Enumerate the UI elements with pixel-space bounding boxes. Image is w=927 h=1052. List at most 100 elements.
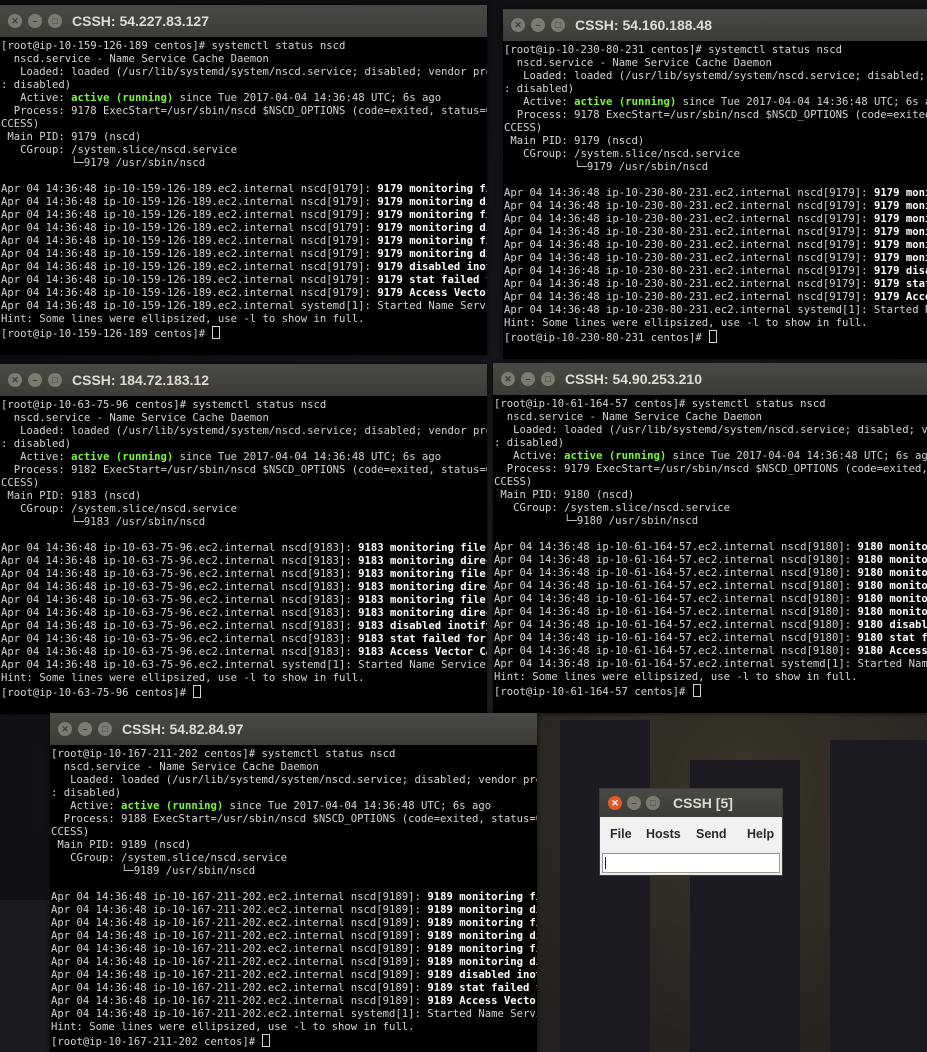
terminal-line: └─9189 /usr/sbin/nscd bbox=[51, 865, 537, 878]
terminal-window-1[interactable]: ✕ – □ CSSH: 54.227.83.127 [root@ip-10-15… bbox=[0, 5, 487, 355]
broadcast-input[interactable] bbox=[602, 853, 780, 873]
maximize-icon[interactable]: □ bbox=[48, 14, 62, 28]
terminal-line: Active: active (running) since Tue 2017-… bbox=[504, 96, 927, 109]
maximize-icon[interactable]: □ bbox=[541, 372, 555, 386]
terminal-line: Apr 04 14:36:48 ip-10-61-164-57.ec2.inte… bbox=[494, 567, 927, 580]
terminal-text: Apr 04 14:36:48 ip-10-63-75-96.ec2.inter… bbox=[1, 581, 359, 593]
terminal-line: Apr 04 14:36:48 ip-10-167-211-202.ec2.in… bbox=[51, 930, 537, 943]
minimize-icon[interactable]: – bbox=[531, 18, 545, 32]
terminal-line: [root@ip-10-61-164-57 centos]# systemctl… bbox=[494, 398, 927, 411]
terminal-cursor bbox=[262, 1034, 271, 1047]
terminal-text: └─9180 /usr/sbin/nscd bbox=[494, 515, 699, 527]
maximize-icon[interactable]: □ bbox=[551, 18, 565, 32]
terminal-output[interactable]: [root@ip-10-167-211-202 centos]# systemc… bbox=[50, 745, 537, 1052]
terminal-window-4[interactable]: ✕ – □ CSSH: 54.90.253.210 [root@ip-10-61… bbox=[493, 363, 927, 713]
terminal-text: Apr 04 14:36:48 ip-10-167-211-202.ec2.in… bbox=[51, 917, 428, 929]
terminal-line: Apr 04 14:36:48 ip-10-167-211-202.ec2.in… bbox=[51, 982, 537, 995]
terminal-text: [root@ip-10-63-75-96 centos]# bbox=[1, 687, 193, 699]
terminal-text: └─9179 /usr/sbin/nscd bbox=[504, 161, 709, 173]
menu-help[interactable]: Help bbox=[747, 827, 774, 841]
terminal-text: Hint: Some lines were ellipsized, use -l… bbox=[504, 317, 868, 329]
window-titlebar[interactable]: ✕ – □ CSSH: 54.227.83.127 bbox=[0, 5, 487, 37]
terminal-cursor bbox=[212, 326, 221, 339]
terminal-line: Hint: Some lines were ellipsized, use -l… bbox=[1, 672, 487, 685]
terminal-text: : disabled) bbox=[494, 437, 565, 449]
terminal-text: Hint: Some lines were ellipsized, use -l… bbox=[1, 313, 365, 325]
building-silhouette bbox=[0, 900, 50, 1052]
terminal-line: Apr 04 14:36:48 ip-10-63-75-96.ec2.inter… bbox=[1, 594, 487, 607]
terminal-text: Apr 04 14:36:48 ip-10-167-211-202.ec2.in… bbox=[51, 1008, 537, 1020]
terminal-text: Apr 04 14:36:48 ip-10-159-126-189.ec2.in… bbox=[1, 222, 378, 234]
terminal-text: Apr 04 14:36:48 ip-10-63-75-96.ec2.inter… bbox=[1, 542, 359, 554]
close-icon[interactable]: ✕ bbox=[608, 796, 622, 810]
window-titlebar[interactable]: ✕ – □ CSSH: 54.82.84.97 bbox=[50, 713, 537, 745]
close-icon[interactable]: ✕ bbox=[8, 373, 22, 387]
terminal-output[interactable]: [root@ip-10-159-126-189 centos]# systemc… bbox=[0, 37, 487, 355]
terminal-line: Loaded: loaded (/usr/lib/systemd/system/… bbox=[1, 66, 487, 79]
terminal-window-3[interactable]: ✕ – □ CSSH: 184.72.183.12 [root@ip-10-63… bbox=[0, 364, 487, 714]
terminal-text: Process: 9188 ExecStart=/usr/sbin/nscd $… bbox=[51, 813, 537, 825]
log-message: 9179 monitoring bbox=[873, 200, 927, 212]
cssh-control-window[interactable]: ✕ – □ CSSH [5] File Hosts Send Help bbox=[599, 788, 783, 876]
terminal-window-2[interactable]: ✕ – □ CSSH: 54.160.188.48 [root@ip-10-23… bbox=[503, 9, 927, 359]
terminal-text: Apr 04 14:36:48 ip-10-61-164-57.ec2.inte… bbox=[494, 593, 858, 605]
menu-send[interactable]: Send bbox=[696, 827, 727, 841]
window-titlebar[interactable]: ✕ – □ CSSH: 54.160.188.48 bbox=[503, 9, 927, 41]
terminal-text: Apr 04 14:36:48 ip-10-61-164-57.ec2.inte… bbox=[494, 619, 858, 631]
window-titlebar[interactable]: ✕ – □ CSSH [5] bbox=[600, 789, 782, 817]
terminal-line: Apr 04 14:36:48 ip-10-167-211-202.ec2.in… bbox=[51, 995, 537, 1008]
terminal-text: Process: 9179 ExecStart=/usr/sbin/nscd $… bbox=[506, 463, 927, 475]
log-message: 9183 monitoring direc... bbox=[358, 555, 487, 567]
minimize-icon[interactable]: – bbox=[78, 722, 92, 736]
terminal-line: Loaded: loaded (/usr/lib/systemd/system/… bbox=[504, 70, 927, 83]
maximize-icon[interactable]: □ bbox=[646, 796, 660, 810]
minimize-icon[interactable]: – bbox=[28, 14, 42, 28]
close-icon[interactable]: ✕ bbox=[58, 722, 72, 736]
close-icon[interactable]: ✕ bbox=[501, 372, 515, 386]
terminal-text: Main PID: 9179 (nscd) bbox=[1, 131, 142, 143]
terminal-line: Apr 04 14:36:48 ip-10-167-211-202.ec2.in… bbox=[51, 904, 537, 917]
maximize-icon[interactable]: □ bbox=[98, 722, 112, 736]
terminal-text: Apr 04 14:36:48 ip-10-63-75-96.ec2.inter… bbox=[1, 620, 359, 632]
terminal-text: CGroup: /system.slice/nscd.service bbox=[494, 502, 730, 514]
terminal-window-5[interactable]: ✕ – □ CSSH: 54.82.84.97 [root@ip-10-167-… bbox=[50, 713, 537, 1052]
terminal-output[interactable]: [root@ip-10-63-75-96 centos]# systemctl … bbox=[0, 396, 487, 714]
log-message: 9179 monitoring bbox=[873, 239, 927, 251]
terminal-text: nscd.service - Name Service Cache Daemon bbox=[1, 412, 269, 424]
terminal-line: Main PID: 9180 (nscd) bbox=[494, 489, 927, 502]
terminal-line: Apr 04 14:36:48 ip-10-159-126-189.ec2.in… bbox=[1, 274, 487, 287]
close-icon[interactable]: ✕ bbox=[8, 14, 22, 28]
status-active-text: active (running) bbox=[71, 451, 174, 463]
terminal-text: Active: bbox=[51, 800, 122, 812]
terminal-text: Main PID: 9179 (nscd) bbox=[504, 135, 645, 147]
terminal-line: Apr 04 14:36:48 ip-10-167-211-202.ec2.in… bbox=[51, 956, 537, 969]
terminal-line: Apr 04 14:36:48 ip-10-63-75-96.ec2.inter… bbox=[1, 659, 487, 672]
minimize-icon[interactable]: – bbox=[521, 372, 535, 386]
close-icon[interactable]: ✕ bbox=[511, 18, 525, 32]
terminal-line: CCESS) bbox=[494, 476, 927, 489]
terminal-text: nscd.service - Name Service Cache Daemon bbox=[51, 761, 319, 773]
minimize-icon[interactable]: – bbox=[627, 796, 641, 810]
log-message: 9189 Access Vector... bbox=[427, 995, 537, 1007]
log-message: 9189 monitoring di... bbox=[427, 930, 537, 942]
menu-hosts[interactable]: Hosts bbox=[646, 827, 681, 841]
terminal-line: Main PID: 9189 (nscd) bbox=[51, 839, 537, 852]
window-titlebar[interactable]: ✕ – □ CSSH: 184.72.183.12 bbox=[0, 364, 487, 396]
terminal-text: Apr 04 14:36:48 ip-10-61-164-57.ec2.inte… bbox=[494, 645, 858, 657]
log-message: 9183 Access Vector Ca... bbox=[358, 646, 487, 658]
building-silhouette bbox=[830, 740, 927, 1052]
window-titlebar[interactable]: ✕ – □ CSSH: 54.90.253.210 bbox=[493, 363, 927, 395]
menu-file[interactable]: File bbox=[610, 827, 632, 841]
minimize-icon[interactable]: – bbox=[28, 373, 42, 387]
log-message: 9179 monitoring di... bbox=[377, 222, 487, 234]
terminal-line: Main PID: 9179 (nscd) bbox=[504, 135, 927, 148]
terminal-text: CGroup: /system.slice/nscd.service bbox=[51, 852, 287, 864]
terminal-text: Apr 04 14:36:48 ip-10-230-80-231.ec2.int… bbox=[504, 187, 874, 199]
terminal-line: [root@ip-10-230-80-231 centos]# bbox=[504, 330, 927, 344]
terminal-output[interactable]: [root@ip-10-230-80-231 centos]# systemct… bbox=[503, 41, 927, 359]
terminal-output[interactable]: [root@ip-10-61-164-57 centos]# systemctl… bbox=[493, 395, 927, 713]
terminal-line: Apr 04 14:36:48 ip-10-63-75-96.ec2.inter… bbox=[1, 607, 487, 620]
terminal-text: Apr 04 14:36:48 ip-10-159-126-189.ec2.in… bbox=[1, 300, 487, 312]
terminal-text: Apr 04 14:36:48 ip-10-159-126-189.ec2.in… bbox=[1, 261, 378, 273]
maximize-icon[interactable]: □ bbox=[48, 373, 62, 387]
